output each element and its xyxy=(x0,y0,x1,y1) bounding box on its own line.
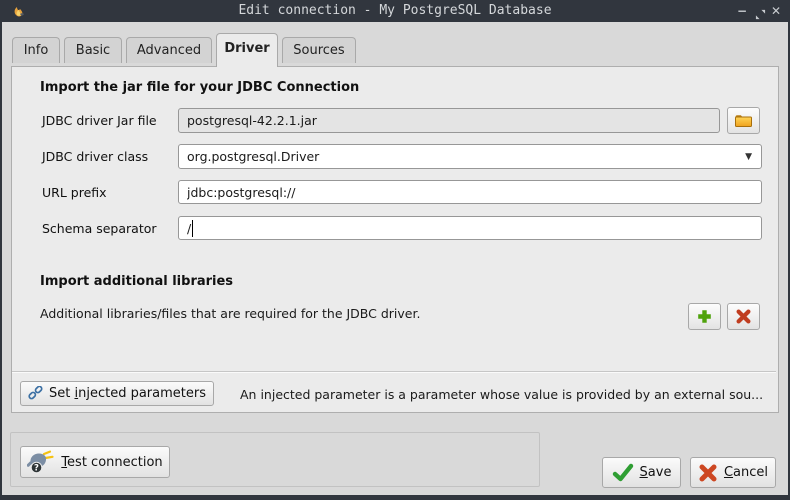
add-library-button[interactable] xyxy=(688,303,721,330)
test-button-label: Test connection xyxy=(61,455,162,470)
save-button-label: Save xyxy=(640,465,672,480)
injected-button-label: Set injected parameters xyxy=(49,386,206,401)
remove-library-button[interactable] xyxy=(727,303,760,330)
schema-separator-label: Schema separator xyxy=(42,221,157,236)
libs-section-title: Import additional libraries xyxy=(40,274,233,289)
tab-sources[interactable]: Sources xyxy=(282,37,356,63)
jar-file-label: JDBC driver Jar file xyxy=(42,113,157,128)
folder-icon xyxy=(734,113,753,128)
cancel-button[interactable]: Cancel xyxy=(690,457,776,488)
tab-advanced[interactable]: Advanced xyxy=(126,37,212,63)
cancel-button-label: Cancel xyxy=(724,465,768,480)
titlebar[interactable]: Edit connection - My PostgreSQL Database… xyxy=(0,0,790,22)
schema-separator-input[interactable] xyxy=(178,216,762,240)
save-button[interactable]: Save xyxy=(602,457,681,488)
url-prefix-label: URL prefix xyxy=(42,185,107,200)
driver-class-value: org.postgresql.Driver xyxy=(187,149,319,164)
window-title: Edit connection - My PostgreSQL Database xyxy=(0,3,790,18)
panel-separator xyxy=(12,371,776,372)
minimize-icon[interactable]: − xyxy=(734,0,750,22)
driver-class-combobox[interactable]: org.postgresql.Driver ▼ xyxy=(178,144,762,169)
plus-icon xyxy=(696,308,713,325)
url-prefix-input[interactable] xyxy=(178,180,762,204)
svg-text:?: ? xyxy=(34,464,39,474)
chevron-down-icon[interactable]: ▼ xyxy=(745,146,752,169)
jar-section-title: Import the jar file for your JDBC Connec… xyxy=(40,80,359,95)
delete-x-icon xyxy=(735,308,752,325)
jar-file-input[interactable] xyxy=(178,108,720,133)
plug-icon: ? xyxy=(27,449,55,475)
browse-jar-button[interactable] xyxy=(727,107,760,134)
tab-info[interactable]: Info xyxy=(12,37,60,63)
cancel-x-icon xyxy=(698,463,718,483)
close-icon[interactable]: ✕ xyxy=(768,0,784,22)
injected-description: An injected parameter is a parameter who… xyxy=(240,387,770,402)
tab-driver[interactable]: Driver xyxy=(216,33,278,67)
tab-basic[interactable]: Basic xyxy=(64,37,122,63)
libs-description: Additional libraries/files that are requ… xyxy=(40,306,420,321)
edit-connection-dialog: Edit connection - My PostgreSQL Database… xyxy=(0,0,790,500)
driver-class-label: JDBC driver class xyxy=(42,149,148,164)
maximize-icon[interactable] xyxy=(752,0,768,22)
test-connection-button[interactable]: ? Test connection xyxy=(20,446,170,478)
text-caret xyxy=(192,220,193,237)
link-icon xyxy=(28,386,43,401)
set-injected-parameters-button[interactable]: Set injected parameters xyxy=(20,381,214,406)
check-icon xyxy=(612,463,634,483)
